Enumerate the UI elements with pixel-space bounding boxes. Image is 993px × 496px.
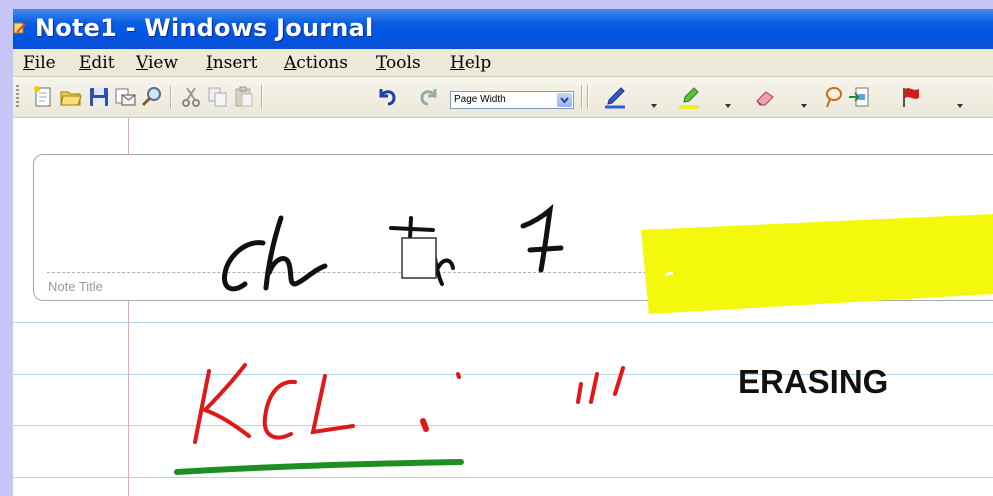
cut-scissors-icon[interactable]: [179, 85, 203, 109]
toolbar: Page Width: [13, 77, 993, 118]
menu-tools[interactable]: Tools: [376, 53, 421, 73]
undo-icon[interactable]: [375, 85, 399, 109]
window-title: Note1 - Windows Journal: [35, 14, 374, 42]
rule-line: [13, 477, 993, 478]
ink-red-c: [262, 379, 297, 440]
menu-file[interactable]: File: [23, 53, 56, 73]
chevron-down-icon[interactable]: [557, 93, 572, 107]
toolbar-grip[interactable]: [16, 85, 19, 109]
highlighter-icon[interactable]: [677, 85, 701, 109]
send-email-icon[interactable]: [113, 85, 137, 109]
menu-actions[interactable]: Actions: [284, 53, 348, 73]
save-disk-icon[interactable]: [87, 85, 111, 109]
eraser-dropdown-icon[interactable]: [801, 95, 807, 108]
flag-icon[interactable]: [899, 85, 923, 109]
ink-red-mark-1: [576, 382, 583, 404]
note-title-area[interactable]: Note Title: [33, 154, 993, 301]
rule-line: [13, 322, 993, 323]
redo-icon[interactable]: [417, 85, 441, 109]
eraser-icon[interactable]: [753, 85, 777, 109]
menu-view[interactable]: View: [136, 53, 178, 73]
open-folder-icon[interactable]: [59, 85, 83, 109]
zoom-value: Page Width: [454, 94, 506, 105]
menu-help[interactable]: Help: [450, 53, 491, 73]
menu-insert[interactable]: Insert: [206, 53, 257, 73]
menu-bar: File Edit View Insert Actions Tools Help: [13, 49, 993, 77]
ink-red-mark-3: [613, 366, 625, 396]
rule-line: [13, 425, 993, 426]
pen-dropdown-icon[interactable]: [651, 95, 657, 108]
note-title-label: Note Title: [48, 279, 103, 294]
menu-edit[interactable]: Edit: [79, 53, 115, 73]
erasing-text-box[interactable]: ERASING: [738, 363, 888, 401]
toolbar-separator: [170, 85, 172, 109]
toolbar-separator: [587, 85, 589, 109]
zoom-select[interactable]: Page Width: [450, 91, 574, 109]
note-page[interactable]: Note Title ERASING: [13, 118, 993, 496]
lasso-select-icon[interactable]: [821, 85, 845, 109]
journal-app-icon[interactable]: [13, 21, 27, 35]
toolbar-separator: [261, 85, 263, 109]
pen-icon[interactable]: [603, 85, 627, 109]
paste-icon[interactable]: [232, 85, 256, 109]
ink-green-underline: [174, 459, 464, 475]
ink-red-mark-2: [589, 372, 599, 404]
copy-icon[interactable]: [206, 85, 230, 109]
title-bar[interactable]: Note1 - Windows Journal: [13, 9, 993, 49]
journal-window: Note1 - Windows Journal File Edit View I…: [13, 9, 993, 496]
title-baseline: [47, 272, 993, 273]
ink-red-k: [193, 363, 251, 444]
highlighter-dropdown-icon[interactable]: [725, 95, 731, 108]
insert-space-icon[interactable]: [847, 85, 871, 109]
new-note-icon[interactable]: [31, 85, 55, 109]
flag-dropdown-icon[interactable]: [957, 95, 963, 108]
find-magnifier-icon[interactable]: [140, 85, 164, 109]
toolbar-separator: [581, 85, 583, 109]
ink-red-l: [310, 374, 355, 435]
